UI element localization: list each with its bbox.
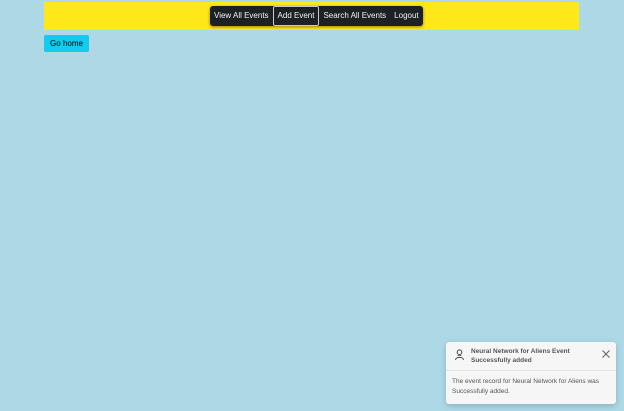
add-event-button[interactable]: Add Event — [272, 6, 320, 26]
toast-notification: Neural Network for Aliens Event Successf… — [446, 342, 616, 404]
go-home-button[interactable]: Go home — [44, 35, 89, 52]
toast-title: Neural Network for Aliens Event Successf… — [471, 348, 570, 364]
close-icon[interactable] — [600, 348, 612, 360]
toast-header: Neural Network for Aliens Event Successf… — [446, 342, 616, 371]
person-icon — [455, 349, 464, 361]
search-all-events-button[interactable]: Search All Events — [319, 6, 390, 26]
nav-button-group: View All Events Add Event Search All Eve… — [210, 6, 423, 26]
logout-button[interactable]: Logout — [390, 6, 422, 26]
view-all-events-button[interactable]: View All Events — [210, 6, 273, 26]
toast-message: The event record for Neural Network for … — [452, 378, 600, 395]
